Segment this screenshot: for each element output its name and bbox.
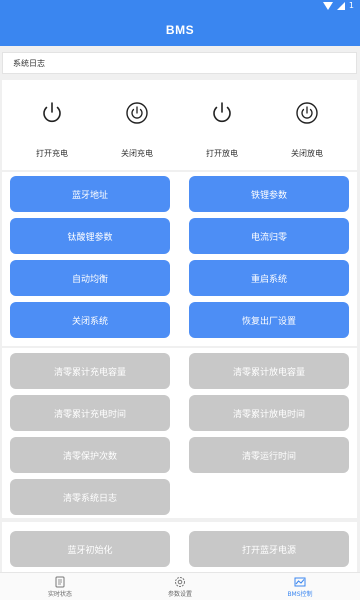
bluetooth-init-button[interactable]: 蓝牙初始化 <box>10 531 170 567</box>
clear-charge-time-button[interactable]: 清零累计充电时间 <box>10 395 170 431</box>
nav-bms-control[interactable]: BMS控制 <box>240 573 360 600</box>
bluetooth-power-button[interactable]: 打开蓝牙电源 <box>189 531 349 567</box>
clear-system-log-button[interactable]: 清零系统日志 <box>10 479 170 515</box>
lto-params-button[interactable]: 钛酸锂参数 <box>10 218 170 254</box>
close-discharge-button[interactable]: 关闭放电 <box>272 100 342 159</box>
power-circle-icon <box>296 102 318 124</box>
close-charge-button[interactable]: 关闭充电 <box>102 100 172 159</box>
nav-realtime-status-label: 实时状态 <box>47 590 72 598</box>
power-icon <box>43 102 61 123</box>
auto-balance-button[interactable]: 自动均衡 <box>10 260 170 296</box>
nav-realtime-status[interactable]: 实时状态 <box>0 573 120 600</box>
power-controls-panel: 打开充电 关闭充电 打开放电 关闭放电 <box>2 80 357 170</box>
clear-charge-capacity-button[interactable]: 清零累计充电容量 <box>10 353 170 389</box>
nav-parameter-settings[interactable]: 参数设置 <box>120 573 240 600</box>
chart-icon <box>294 577 306 586</box>
system-log-field[interactable]: 系统日志 <box>2 52 357 74</box>
app-bar: BMS <box>0 14 360 46</box>
nav-bms-control-label: BMS控制 <box>287 590 313 598</box>
bottom-navigation: 实时状态 参数设置 BMS控制 <box>0 572 360 600</box>
signal-icon <box>336 1 345 10</box>
open-discharge-button[interactable]: 打开放电 <box>187 100 257 159</box>
open-discharge-label: 打开放电 <box>206 149 238 158</box>
bluetooth-address-button[interactable]: 蓝牙地址 <box>10 176 170 212</box>
system-log-label: 系统日志 <box>13 58 45 68</box>
clear-discharge-capacity-button[interactable]: 清零累计放电容量 <box>189 353 349 389</box>
status-bar: 1 <box>0 0 360 14</box>
close-discharge-label: 关闭放电 <box>291 149 323 158</box>
close-charge-label: 关闭充电 <box>121 149 153 158</box>
shutdown-system-button[interactable]: 关闭系统 <box>10 302 170 338</box>
app-title: BMS <box>165 23 195 37</box>
current-zero-button[interactable]: 电流归零 <box>189 218 349 254</box>
clear-runtime-button[interactable]: 清零运行时间 <box>189 437 349 473</box>
lifepo4-params-button[interactable]: 铁锂参数 <box>189 176 349 212</box>
clear-protection-count-button[interactable]: 清零保护次数 <box>10 437 170 473</box>
restart-system-button[interactable]: 重启系统 <box>189 260 349 296</box>
power-icon <box>213 102 231 123</box>
open-charge-label: 打开充电 <box>36 149 68 158</box>
gear-icon <box>175 576 185 587</box>
battery-text: 1 <box>348 1 354 10</box>
nav-parameter-settings-label: 参数设置 <box>167 590 192 598</box>
clear-discharge-time-button[interactable]: 清零累计放电时间 <box>189 395 349 431</box>
open-charge-button[interactable]: 打开充电 <box>17 100 87 159</box>
wifi-icon <box>322 1 333 10</box>
power-circle-icon <box>126 102 148 124</box>
document-icon <box>55 576 65 587</box>
factory-reset-button[interactable]: 恢复出厂设置 <box>189 302 349 338</box>
